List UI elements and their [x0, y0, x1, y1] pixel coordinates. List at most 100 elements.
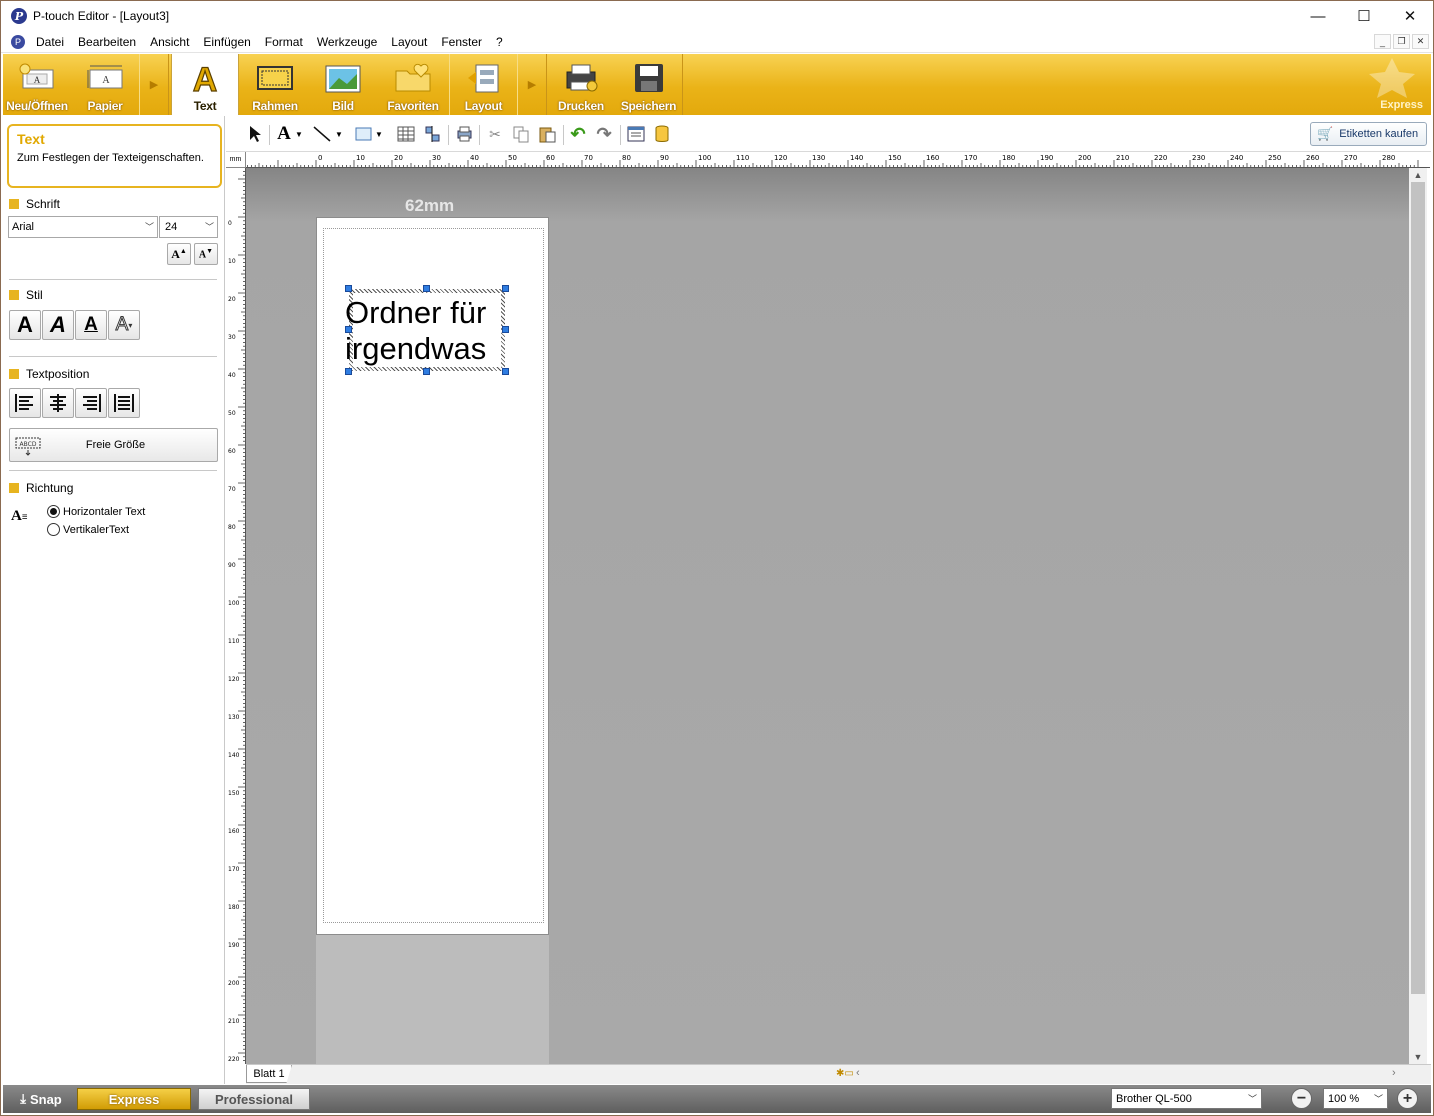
table-icon[interactable]: [396, 124, 416, 144]
ribbon-save-button[interactable]: Speichern: [615, 54, 683, 115]
menu-einfuegen[interactable]: Einfügen: [196, 35, 257, 49]
printer-select[interactable]: Brother QL-500 ﹀: [1111, 1088, 1262, 1109]
ruler-h-label: 150: [888, 154, 901, 162]
layout-canvas[interactable]: 62mm Ordner für irgendwas: [246, 168, 1409, 1064]
menu-format[interactable]: Format: [258, 35, 310, 49]
properties-window-icon[interactable]: [626, 124, 646, 144]
doc-close-button[interactable]: ✕: [1412, 34, 1429, 49]
undo-icon[interactable]: ↶: [568, 124, 588, 144]
resize-handle-w[interactable]: [345, 326, 352, 333]
menu-ansicht[interactable]: Ansicht: [143, 35, 196, 49]
scrollbar-thumb[interactable]: [1411, 182, 1425, 994]
chevron-down-icon: ﹀: [204, 222, 214, 232]
zoom-out-icon[interactable]: −: [1291, 1088, 1312, 1109]
line-tool-icon[interactable]: [312, 124, 332, 144]
ruler-h-label: 270: [1344, 154, 1357, 162]
scroll-down-icon[interactable]: ▼: [1409, 1050, 1427, 1064]
menu-layout[interactable]: Layout: [384, 35, 434, 49]
underline-button[interactable]: A: [75, 310, 107, 340]
copy-icon[interactable]: [511, 124, 531, 144]
font-family-select[interactable]: Arial ﹀: [8, 216, 158, 238]
ruler-h-label: 160: [926, 154, 939, 162]
scroll-up-icon[interactable]: ▲: [1409, 168, 1427, 182]
horizontal-text-radio[interactable]: Horizontaler Text: [47, 505, 145, 518]
menu-datei[interactable]: Datei: [29, 35, 71, 49]
toolbar-separator: [563, 125, 564, 145]
new-sheet-icon[interactable]: ✱▭: [836, 1068, 854, 1079]
text-object[interactable]: Ordner für irgendwas: [345, 285, 509, 375]
resize-handle-e[interactable]: [502, 326, 509, 333]
ruler-h-label: 200: [1078, 154, 1091, 162]
ribbon-paper-button[interactable]: A Papier: [71, 54, 139, 115]
bold-button[interactable]: A: [9, 310, 41, 340]
sheet-tab[interactable]: Blatt 1: [246, 1065, 292, 1083]
ribbon-label: Text: [193, 99, 217, 113]
style-section-label: Stil: [26, 288, 43, 302]
redo-icon[interactable]: ↷: [594, 124, 614, 144]
professional-mode-button[interactable]: Professional: [198, 1088, 310, 1110]
resize-handle-n[interactable]: [423, 285, 430, 292]
increase-font-size-button[interactable]: A▲: [167, 243, 191, 265]
decrease-font-size-button[interactable]: A▼: [194, 243, 218, 265]
ruler-h-label: 110: [736, 154, 749, 162]
vertical-text-radio[interactable]: VertikalerText: [47, 523, 129, 536]
toolbar-separator: [620, 125, 621, 145]
ruler-v-label: 20: [228, 296, 236, 303]
ruler-h-label: 20: [394, 154, 403, 162]
buy-labels-button[interactable]: 🛒 Etiketten kaufen: [1310, 122, 1427, 146]
scroll-right-icon[interactable]: ›: [1392, 1067, 1396, 1079]
align-left-button[interactable]: [9, 388, 41, 418]
ribbon-image-button[interactable]: Bild: [309, 54, 377, 115]
free-size-button[interactable]: ABCD Freie Größe: [9, 428, 218, 462]
close-button[interactable]: ✕: [1387, 1, 1433, 31]
font-size-select[interactable]: 24 ﹀: [159, 216, 218, 238]
ribbon-layout-button[interactable]: Layout: [449, 54, 517, 115]
minimize-button[interactable]: —: [1295, 1, 1341, 31]
italic-button[interactable]: A: [42, 310, 74, 340]
cut-icon[interactable]: ✂: [485, 124, 505, 144]
ribbon-new-open-button[interactable]: A Neu/Öffnen: [3, 54, 71, 115]
text-tool-icon[interactable]: A: [274, 123, 294, 144]
resize-handle-se[interactable]: [502, 368, 509, 375]
paste-icon[interactable]: [537, 124, 557, 144]
document-icon[interactable]: P: [11, 34, 25, 49]
justify-button[interactable]: [108, 388, 140, 418]
toolbar-separator: [479, 125, 480, 145]
doc-restore-button[interactable]: ❐: [1393, 34, 1410, 49]
menu-help[interactable]: ?: [489, 35, 510, 49]
resize-handle-nw[interactable]: [345, 285, 352, 292]
vertical-scrollbar[interactable]: ▲ ▼: [1409, 168, 1427, 1064]
snap-mode-button[interactable]: ⤓ Snap: [11, 1088, 71, 1110]
database-icon[interactable]: [652, 124, 672, 144]
menu-bearbeiten[interactable]: Bearbeiten: [71, 35, 143, 49]
printer-value: Brother QL-500: [1116, 1092, 1192, 1105]
outline-style-button[interactable]: A ▾: [108, 310, 140, 340]
align-right-button[interactable]: [75, 388, 107, 418]
text-object-content: Ordner für irgendwas: [345, 295, 511, 367]
scroll-left-icon[interactable]: ‹: [856, 1067, 860, 1079]
ribbon-text-button[interactable]: A Text: [171, 54, 239, 115]
resize-handle-sw[interactable]: [345, 368, 352, 375]
dropdown-arrow-icon[interactable]: ▼: [294, 124, 304, 144]
express-mode-button[interactable]: Express: [77, 1088, 191, 1110]
shopping-cart-icon: 🛒: [1317, 126, 1334, 141]
resize-handle-s[interactable]: [423, 368, 430, 375]
ribbon-frame-button[interactable]: Rahmen: [241, 54, 309, 115]
dropdown-arrow-icon[interactable]: ▼: [334, 124, 344, 144]
ribbon-favorites-button[interactable]: Favoriten: [377, 54, 449, 115]
resize-handle-ne[interactable]: [502, 285, 509, 292]
shape-tool-icon[interactable]: [354, 124, 374, 144]
label-page[interactable]: Ordner für irgendwas: [316, 217, 549, 935]
print-preview-icon[interactable]: [454, 124, 474, 144]
zoom-select[interactable]: 100 % ﹀: [1323, 1088, 1388, 1109]
maximize-button[interactable]: ☐: [1341, 1, 1387, 31]
menu-fenster[interactable]: Fenster: [434, 35, 489, 49]
ribbon-print-button[interactable]: Drucken: [547, 54, 615, 115]
align-objects-icon[interactable]: [422, 124, 442, 144]
zoom-in-icon[interactable]: +: [1397, 1088, 1418, 1109]
menu-werkzeuge[interactable]: Werkzeuge: [310, 35, 384, 49]
doc-minimize-button[interactable]: _: [1374, 34, 1391, 49]
dropdown-arrow-icon[interactable]: ▼: [374, 124, 384, 144]
select-arrow-icon[interactable]: [246, 124, 266, 144]
align-center-button[interactable]: [42, 388, 74, 418]
